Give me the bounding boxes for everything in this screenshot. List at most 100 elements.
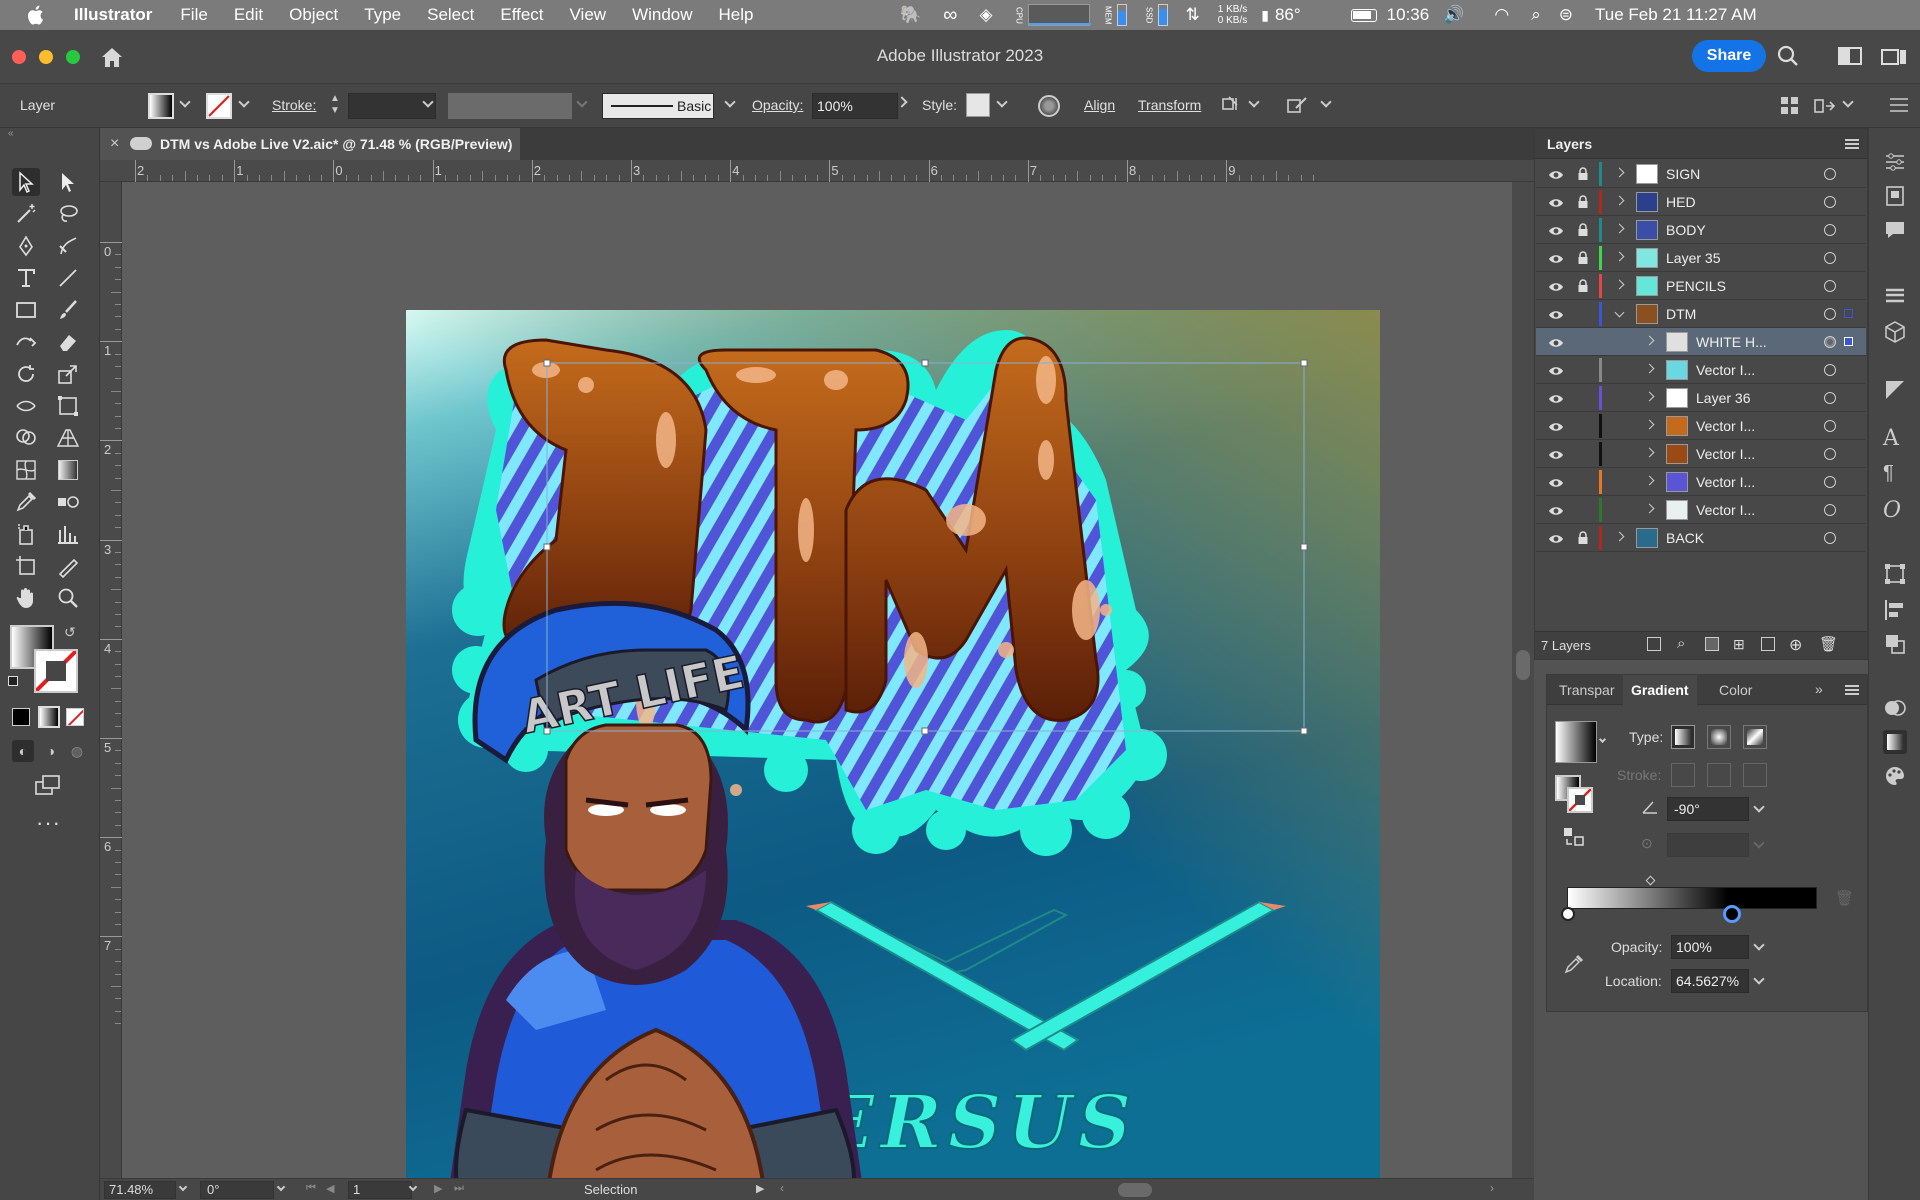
arrange-documents-icon[interactable] (1838, 47, 1862, 65)
target-circle-icon[interactable] (1824, 252, 1836, 264)
menu-view[interactable]: View (570, 5, 607, 25)
target-circle-icon[interactable] (1824, 280, 1836, 292)
draw-normal-icon[interactable]: ◐ (12, 740, 34, 762)
layer-name[interactable]: Vector I... (1696, 502, 1755, 518)
brush-definition[interactable]: Basic (602, 93, 714, 119)
layer-name[interactable]: Layer 35 (1666, 250, 1720, 266)
align-button[interactable]: Align (1084, 97, 1115, 113)
radial-gradient-button[interactable] (1707, 725, 1731, 749)
make-clipping-mask-icon[interactable] (1705, 637, 1719, 651)
layer-row[interactable]: PENCILS (1536, 272, 1866, 300)
stop-opacity-dropdown-icon[interactable] (1753, 939, 1765, 951)
layer-row[interactable]: Vector I... (1536, 468, 1866, 496)
layer-name[interactable]: BACK (1666, 530, 1704, 546)
stroke-label[interactable]: Stroke: (272, 97, 316, 113)
share-button[interactable]: Share (1692, 40, 1766, 72)
close-tab-icon[interactable]: × (110, 128, 119, 160)
control-center-icon[interactable]: ⊜ (1559, 5, 1573, 25)
horizontal-scroll-thumb[interactable] (1118, 1183, 1152, 1197)
lock-toggle-empty[interactable] (1578, 475, 1588, 488)
line-segment-tool-icon[interactable] (54, 264, 82, 292)
slice-tool-icon[interactable] (54, 552, 82, 580)
lock-toggle-empty[interactable] (1578, 363, 1588, 376)
artwork-illustration[interactable]: VERSUS ART LIFE (406, 310, 1380, 1180)
stroke-swatch[interactable] (206, 93, 232, 119)
menu-effect[interactable]: Effect (500, 5, 543, 25)
delete-layer-icon[interactable]: 🗑 (1819, 635, 1838, 653)
draw-behind-icon[interactable]: ◑ (40, 740, 62, 762)
transform-again-dropdown-icon[interactable] (1842, 96, 1854, 108)
menu-help[interactable]: Help (719, 5, 754, 25)
blend-tool-icon[interactable] (54, 488, 82, 516)
menu-type[interactable]: Type (364, 5, 401, 25)
layer-row[interactable]: Layer 36 (1536, 384, 1866, 412)
layer-name[interactable]: Layer 36 (1696, 390, 1750, 406)
expand-open-icon[interactable] (1614, 307, 1625, 318)
graphic-style-swatch[interactable] (966, 93, 990, 117)
visibility-eye-icon[interactable] (1548, 392, 1564, 404)
edit-toolbar-icon[interactable]: ··· (36, 810, 61, 836)
lock-icon[interactable] (1578, 251, 1588, 264)
fill-dropdown-icon[interactable] (179, 96, 191, 108)
lock-icon[interactable] (1578, 223, 1588, 236)
expand-arrow-icon[interactable] (1614, 279, 1625, 290)
free-transform-tool-icon[interactable] (54, 392, 82, 420)
transparency-panel-icon[interactable] (1883, 696, 1907, 720)
rotation-dropdown-icon[interactable] (276, 1182, 286, 1192)
eraser-tool-icon[interactable] (54, 328, 82, 356)
menu-select[interactable]: Select (427, 5, 474, 25)
rectangle-tool-icon[interactable] (12, 296, 40, 324)
rotation-field[interactable]: 0° (200, 1181, 274, 1199)
curvature-tool-icon[interactable] (54, 232, 82, 260)
artboard-tool-icon[interactable] (12, 552, 40, 580)
expand-arrow-icon[interactable] (1644, 447, 1655, 458)
layer-row[interactable]: BODY (1536, 216, 1866, 244)
brush-dropdown-icon[interactable] (724, 96, 736, 108)
volume-icon[interactable]: 🔊 (1443, 5, 1464, 25)
character-panel-icon[interactable]: A (1883, 426, 1907, 451)
lock-icon[interactable] (1578, 167, 1588, 180)
layer-name[interactable]: WHITE H... (1696, 334, 1767, 350)
dropbox-icon[interactable]: ◈ (979, 5, 992, 25)
canvas-area[interactable]: VERSUS ART LIFE (122, 182, 1512, 1180)
layers-panel-menu-icon[interactable] (1845, 139, 1859, 149)
layer-row[interactable]: Vector I... (1536, 412, 1866, 440)
visibility-eye-icon[interactable] (1548, 168, 1564, 180)
target-circle-icon[interactable] (1824, 420, 1836, 432)
vertical-ruler[interactable]: 0 1 2 3 4 5 6 7 (100, 182, 122, 1180)
wifi-icon[interactable]: ◠ (1494, 5, 1509, 25)
tab-color[interactable]: Color (1719, 682, 1752, 698)
gradient-slider[interactable] (1567, 887, 1817, 909)
color-panel-icon[interactable] (1883, 764, 1907, 788)
selection-square-icon[interactable] (1844, 337, 1853, 346)
draw-inside-icon[interactable]: ◍ (66, 740, 88, 762)
opentype-panel-icon[interactable]: O (1883, 498, 1907, 523)
visibility-eye-icon[interactable] (1548, 224, 1564, 236)
zoom-dropdown-icon[interactable] (178, 1182, 188, 1192)
gradient-tool-icon[interactable] (54, 456, 82, 484)
expand-arrow-icon[interactable] (1644, 475, 1655, 486)
isolate-dropdown-icon[interactable] (1248, 96, 1260, 108)
lock-toggle-empty[interactable] (1578, 447, 1588, 460)
spotlight-search-icon[interactable]: ⌕ (1531, 5, 1541, 25)
arrange-panels-icon[interactable] (1780, 96, 1800, 116)
target-circle-icon[interactable] (1824, 168, 1836, 180)
3d-materials-panel-icon[interactable] (1883, 320, 1907, 344)
layer-row[interactable]: Vector I... (1536, 440, 1866, 468)
transform-again-icon[interactable] (1814, 96, 1836, 116)
comments-panel-icon[interactable] (1883, 218, 1907, 242)
new-layer-icon[interactable]: ⊕ (1789, 635, 1802, 655)
app-menu[interactable]: Illustrator (74, 5, 152, 25)
target-circle-icon[interactable] (1824, 504, 1836, 516)
type-tool-icon[interactable] (12, 264, 40, 292)
previous-artboard-icon[interactable]: ◀ (326, 1182, 334, 1195)
workspace-switcher-icon[interactable] (1880, 44, 1910, 70)
expand-arrow-icon[interactable] (1644, 503, 1655, 514)
artboard[interactable]: VERSUS ART LIFE (406, 310, 1380, 1180)
lock-toggle-empty[interactable] (1578, 307, 1588, 320)
creative-cloud-icon[interactable]: ∞ (943, 4, 957, 27)
target-circle-icon[interactable] (1824, 364, 1836, 376)
search-icon[interactable] (1776, 44, 1800, 68)
visibility-eye-icon[interactable] (1548, 504, 1564, 516)
expand-arrow-icon[interactable] (1644, 419, 1655, 430)
